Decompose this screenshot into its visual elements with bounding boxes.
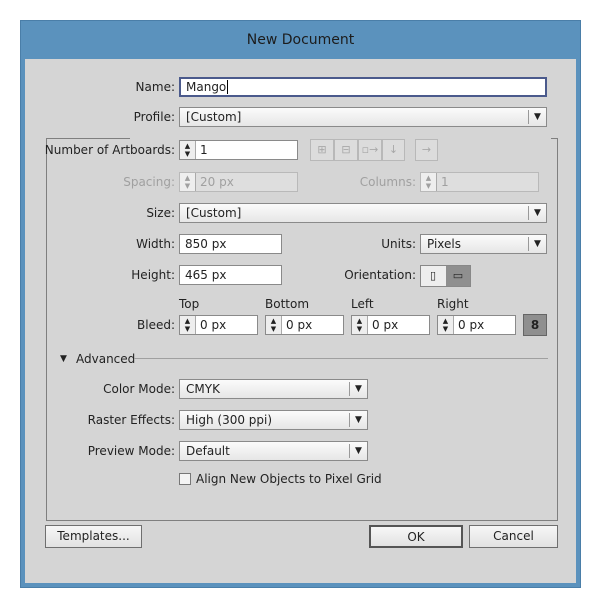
group-border <box>551 138 558 139</box>
spacing-value: 20 px <box>200 175 234 189</box>
artboards-label: Number of Artboards: <box>44 143 175 157</box>
cancel-button[interactable]: Cancel <box>469 525 558 548</box>
color-mode-label: Color Mode: <box>103 382 175 396</box>
width-input[interactable]: 850 px <box>179 234 282 254</box>
height-label: Height: <box>131 268 175 282</box>
stepper-icon[interactable]: ▲ ▼ <box>180 316 196 334</box>
portrait-icon[interactable]: ▯ <box>421 266 445 286</box>
stepper-icon: ▲ ▼ <box>421 173 437 191</box>
ok-button[interactable]: OK <box>369 525 463 548</box>
grid-by-column-icon[interactable]: ⊟ <box>334 139 358 161</box>
grid-by-row-icon[interactable]: ⊞ <box>310 139 334 161</box>
columns-value: 1 <box>441 175 449 189</box>
stepper-icon[interactable]: ▲ ▼ <box>438 316 454 334</box>
color-mode-select[interactable]: CMYK ▼ <box>179 379 368 399</box>
bleed-bottom-value: 0 px <box>286 318 313 332</box>
bleed-bottom-input[interactable]: ▲ ▼ 0 px <box>265 315 344 335</box>
spacing-label: Spacing: <box>123 175 175 189</box>
stepper-icon[interactable]: ▲ ▼ <box>180 141 196 159</box>
right-to-left-icon[interactable]: → <box>415 139 438 161</box>
height-input[interactable]: 465 px <box>179 265 282 285</box>
arrange-by-column-icon[interactable]: ↓ <box>382 139 405 161</box>
orientation-label: Orientation: <box>344 268 416 282</box>
stepper-icon: ▲ ▼ <box>180 173 196 191</box>
bleed-bottom-label: Bottom <box>265 297 310 311</box>
dialog-title: New Document <box>246 32 355 48</box>
bleed-right-value: 0 px <box>458 318 485 332</box>
preview-mode-select[interactable]: Default ▼ <box>179 441 368 461</box>
advanced-divider <box>134 358 548 359</box>
stepper-icon[interactable]: ▲ ▼ <box>352 316 368 334</box>
size-select[interactable]: [Custom] ▼ <box>179 203 547 223</box>
bleed-top-label: Top <box>179 297 200 311</box>
artboards-input[interactable]: ▲ ▼ 1 <box>179 140 298 160</box>
raster-effects-label: Raster Effects: <box>87 413 175 427</box>
expand-triangle-icon[interactable]: ▼ <box>60 351 67 367</box>
bleed-label: Bleed: <box>137 318 175 332</box>
link-bleed-chain-icon[interactable]: 8 <box>523 314 547 336</box>
dialog-body: Name: Mango Profile: [Custom] ▼ Number of… <box>25 59 576 583</box>
profile-value: [Custom] <box>186 110 242 124</box>
bleed-top-value: 0 px <box>200 318 227 332</box>
raster-effects-value: High (300 ppi) <box>186 413 273 427</box>
bleed-left-label: Left <box>351 297 374 311</box>
landscape-icon[interactable]: ▭ <box>446 266 470 286</box>
columns-label: Columns: <box>359 175 416 189</box>
bleed-right-label: Right <box>437 297 469 311</box>
size-label: Size: <box>146 206 175 220</box>
bleed-left-value: 0 px <box>372 318 399 332</box>
bleed-top-input[interactable]: ▲ ▼ 0 px <box>179 315 258 335</box>
units-label: Units: <box>381 237 416 251</box>
bleed-left-input[interactable]: ▲ ▼ 0 px <box>351 315 430 335</box>
name-value: Mango <box>186 80 227 94</box>
profile-label: Profile: <box>133 110 175 124</box>
pixel-grid-label[interactable]: Align New Objects to Pixel Grid <box>196 469 382 489</box>
orientation-buttons: ▯ ▭ <box>420 265 471 287</box>
color-mode-value: CMYK <box>186 382 220 396</box>
chevron-down-icon: ▼ <box>528 110 546 124</box>
stepper-icon[interactable]: ▲ ▼ <box>266 316 282 334</box>
name-label: Name: <box>135 80 175 94</box>
size-value: [Custom] <box>186 206 242 220</box>
raster-effects-select[interactable]: High (300 ppi) ▼ <box>179 410 368 430</box>
artboards-value: 1 <box>200 143 208 157</box>
chevron-down-icon: ▼ <box>349 382 367 396</box>
units-value: Pixels <box>427 237 462 251</box>
spacing-input[interactable]: ▲ ▼ 20 px <box>179 172 298 192</box>
columns-input[interactable]: ▲ ▼ 1 <box>420 172 539 192</box>
templates-button[interactable]: Templates... <box>45 525 142 548</box>
chevron-down-icon: ▼ <box>349 413 367 427</box>
chevron-down-icon: ▼ <box>528 206 546 220</box>
units-select[interactable]: Pixels ▼ <box>420 234 547 254</box>
profile-select[interactable]: [Custom] ▼ <box>179 107 547 127</box>
preview-mode-value: Default <box>186 444 230 458</box>
arrange-by-row-icon[interactable]: ▫→ <box>358 139 382 161</box>
preview-mode-label: Preview Mode: <box>87 444 175 458</box>
name-input[interactable]: Mango <box>179 77 547 97</box>
bleed-right-input[interactable]: ▲ ▼ 0 px <box>437 315 516 335</box>
chevron-down-icon: ▼ <box>349 444 367 458</box>
new-document-dialog: New Document Name: Mango Profile: [Custo… <box>20 20 581 588</box>
group-border <box>46 138 130 139</box>
width-label: Width: <box>136 237 175 251</box>
pixel-grid-checkbox[interactable] <box>179 473 191 485</box>
chevron-down-icon: ▼ <box>528 237 546 251</box>
advanced-toggle[interactable]: Advanced <box>76 349 135 369</box>
